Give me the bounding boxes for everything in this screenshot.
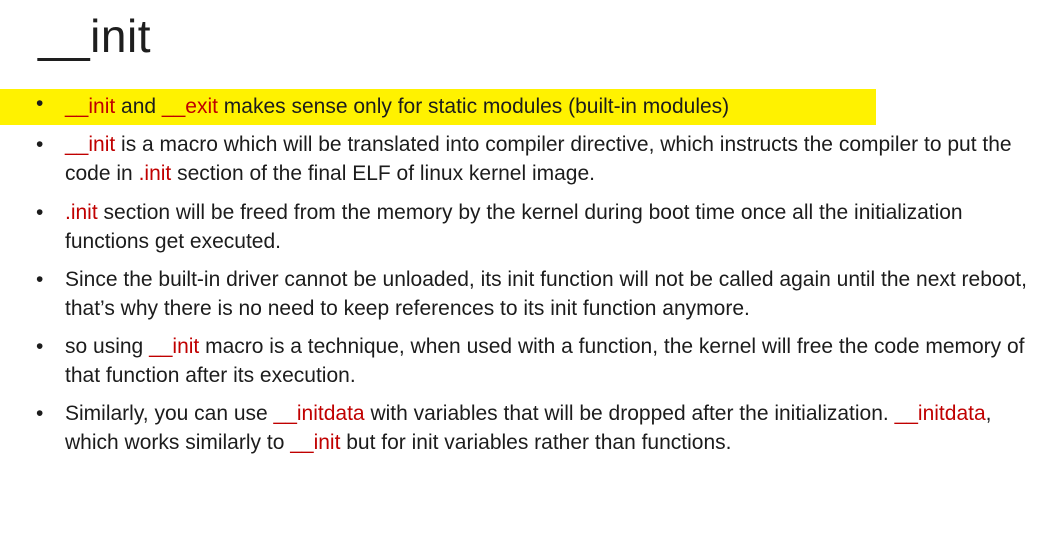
keyword-init: __init xyxy=(65,95,116,118)
text-segment: Similarly, you can use xyxy=(65,402,274,425)
text-segment: so using xyxy=(65,335,150,358)
keyword-init: __init xyxy=(65,133,116,156)
bullet-dot: • xyxy=(36,402,44,425)
keyword-dot-init: .init xyxy=(65,201,98,224)
bullet-item-init-technique: • so using __init macro is a technique, … xyxy=(0,332,1053,390)
text-segment: and xyxy=(115,95,162,118)
text-segment: macro is a technique, when used with a f… xyxy=(65,335,1025,387)
keyword-init: __init xyxy=(290,431,341,454)
text-segment: with variables that will be dropped afte… xyxy=(364,402,895,425)
bullet-item-init-macro: • __init is a macro which will be transl… xyxy=(0,130,1053,188)
keyword-initdata: __initdata xyxy=(273,402,365,425)
keyword-initdata: __initdata xyxy=(894,402,986,425)
bullet-dot: • xyxy=(36,133,44,156)
keyword-exit: __exit xyxy=(161,95,218,118)
text-segment: section of the final ELF of linux kernel… xyxy=(171,162,595,185)
text-segment: section will be freed from the memory by… xyxy=(65,201,963,253)
bullet-item-init-section-freed: • .init section will be freed from the m… xyxy=(0,198,1053,256)
bullet-dot: • xyxy=(36,335,44,358)
bullet-list: • __init and __exit makes sense only for… xyxy=(0,89,1053,457)
bullet-dot: • xyxy=(36,201,44,224)
slide-title: __init xyxy=(38,10,151,62)
text-segment: Since the built-in driver cannot be unlo… xyxy=(65,268,1027,320)
bullet-item-initdata: • Similarly, you can use __initdata with… xyxy=(0,399,1053,457)
keyword-init: __init xyxy=(149,335,200,358)
bullet-item-static-modules: • __init and __exit makes sense only for… xyxy=(0,89,876,125)
bullet-item-builtin-driver: • Since the built-in driver cannot be un… xyxy=(0,265,1053,323)
bullet-dot: • xyxy=(36,268,44,291)
text-segment: makes sense only for static modules (bui… xyxy=(217,95,730,118)
bullet-dot: • xyxy=(36,92,44,115)
keyword-dot-init: .init xyxy=(138,162,172,185)
text-segment: but for init variables rather than funct… xyxy=(340,431,732,454)
